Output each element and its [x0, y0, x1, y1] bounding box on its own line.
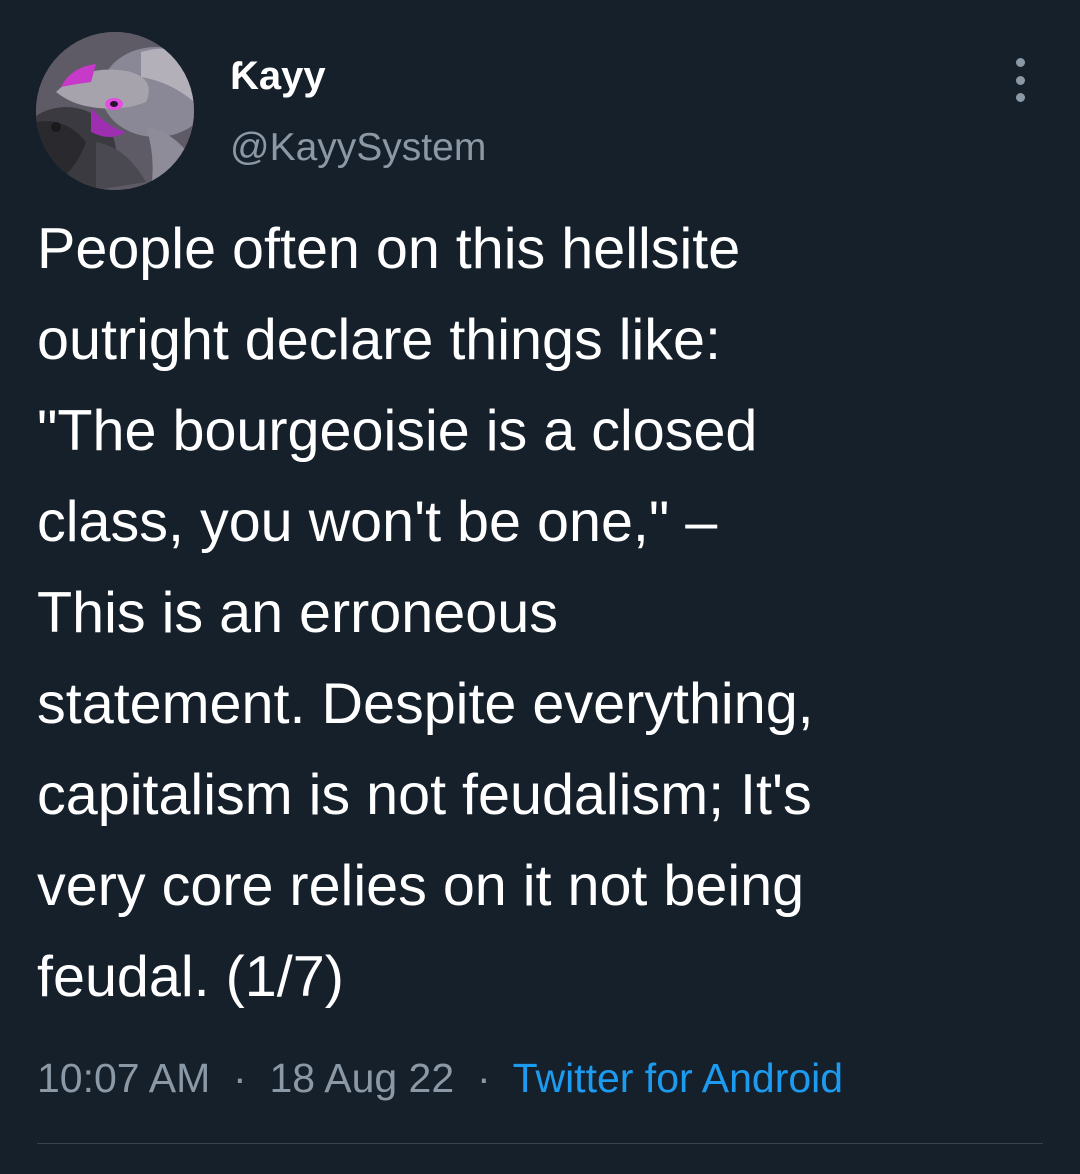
more-vertical-icon[interactable] [1002, 58, 1038, 102]
tweet-text-line: This is an erroneous [37, 581, 558, 645]
tweet-text-line: feudal. (1/7) [37, 945, 344, 1009]
tweet-date[interactable]: 18 Aug 22 [269, 1055, 454, 1101]
tweet-text-line: capitalism is not feudalism; It's [37, 763, 812, 827]
tweet-text-line: "The bourgeoisie is a closed [37, 399, 758, 463]
tweet-text-line: very core relies on it not being [37, 854, 805, 918]
avatar[interactable] [36, 32, 194, 190]
author-handle[interactable]: @KayySystem [230, 124, 486, 172]
tweet-text-line: class, you won't be one," – [37, 490, 718, 554]
author-display-name[interactable]: Ƙayy [230, 52, 326, 100]
tweet-meta: 10:07 AM · 18 Aug 22 · Twitter for Andro… [37, 1050, 843, 1106]
avatar-image [36, 32, 194, 190]
meta-separator: · [465, 1055, 503, 1101]
tweet-text-line: statement. Despite everything, [37, 672, 814, 736]
tweet-detail: Ƙayy @KayySystem People often on this he… [0, 0, 1080, 1174]
tweet-source-link[interactable]: Twitter for Android [513, 1055, 843, 1101]
tweet-text-line: People often on this hellsite [37, 217, 741, 281]
tweet-time[interactable]: 10:07 AM [37, 1055, 210, 1101]
tweet-text-line: outright declare things like: [37, 308, 721, 372]
divider [37, 1143, 1043, 1144]
tweet-text: People often on this hellsite outright d… [37, 204, 1047, 1023]
meta-separator: · [221, 1055, 259, 1101]
